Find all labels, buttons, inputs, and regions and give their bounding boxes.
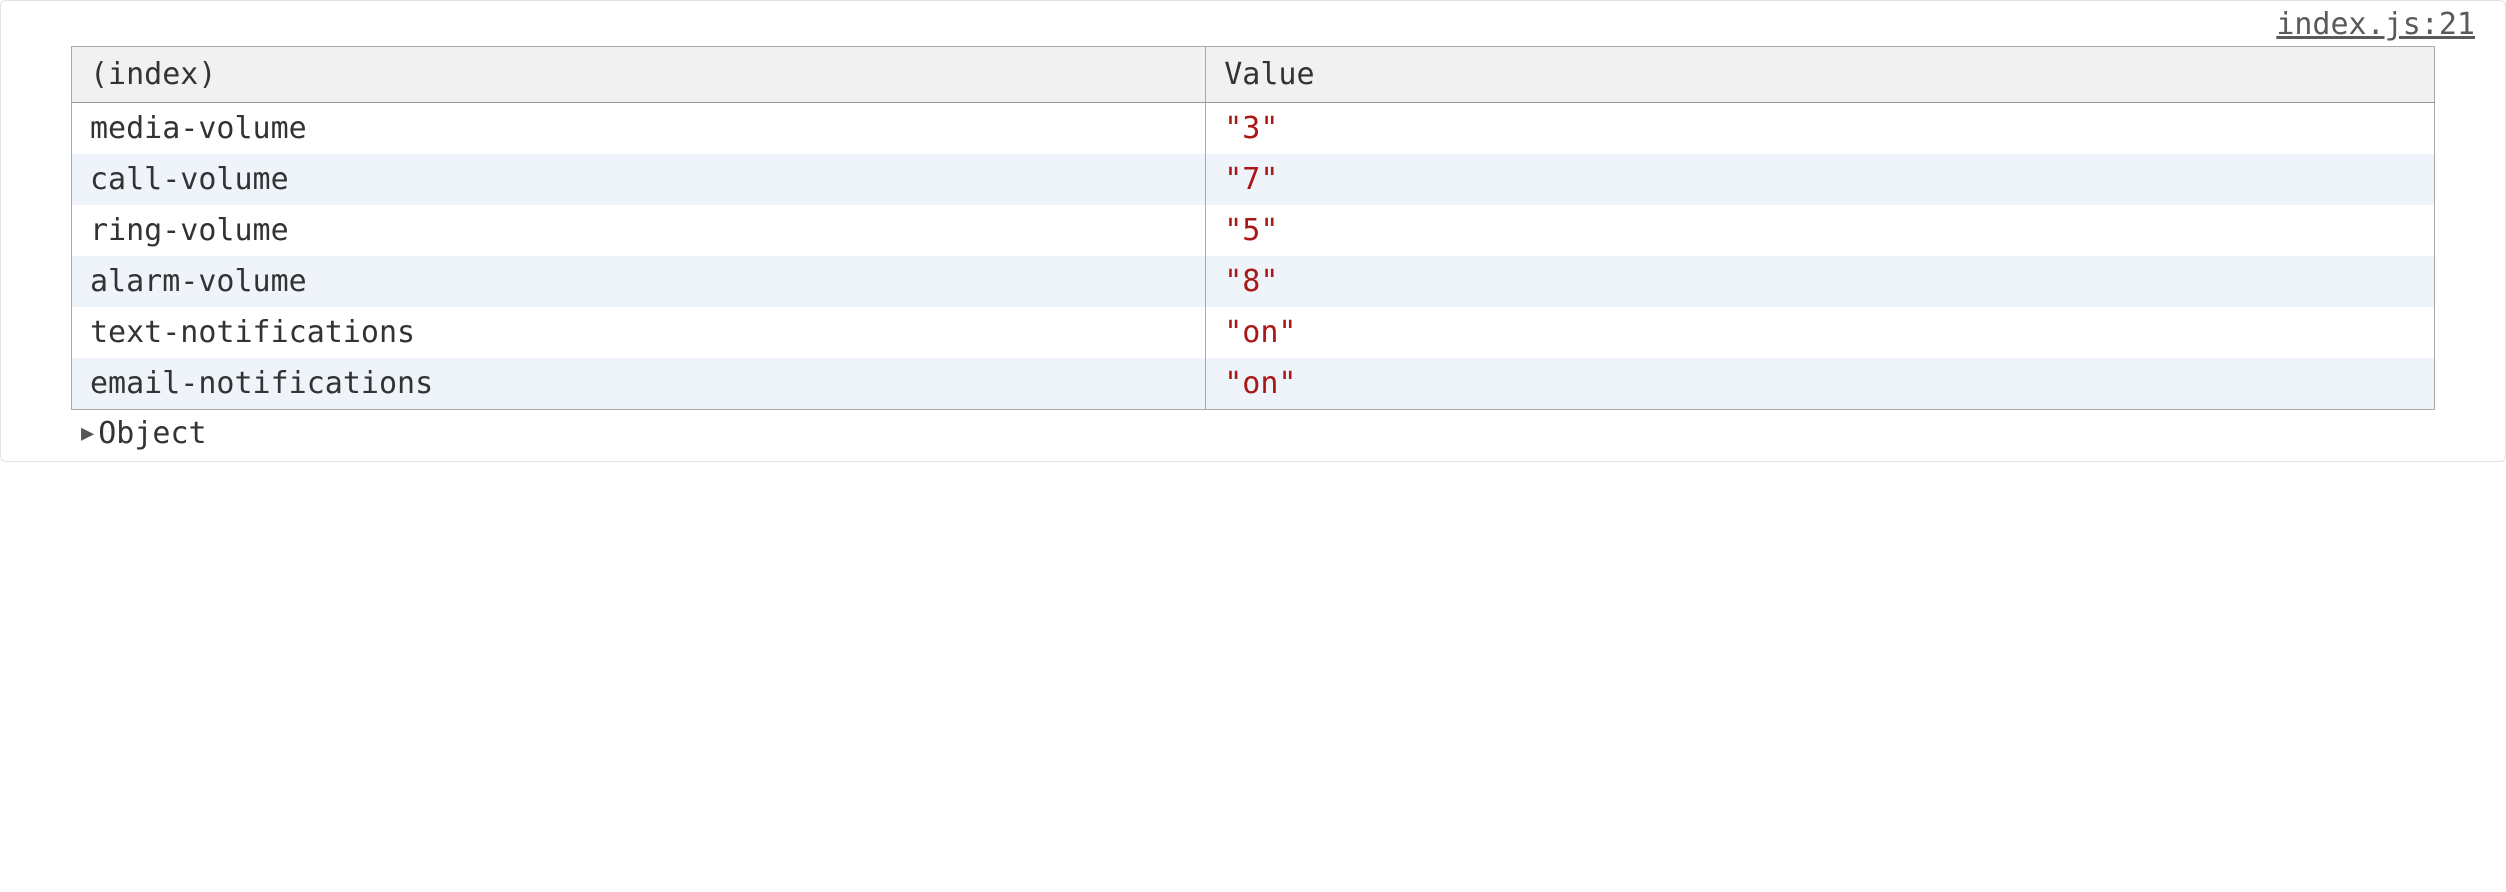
column-header-value[interactable]: Value	[1206, 47, 2435, 103]
table-row: alarm-volume "8"	[72, 256, 2435, 307]
table-row: ring-volume "5"	[72, 205, 2435, 256]
cell-value: "5"	[1206, 205, 2435, 256]
cell-index: call-volume	[72, 154, 1206, 205]
cell-index: ring-volume	[72, 205, 1206, 256]
cell-index: media-volume	[72, 103, 1206, 155]
cell-index: alarm-volume	[72, 256, 1206, 307]
table-row: call-volume "7"	[72, 154, 2435, 205]
disclosure-triangle-icon[interactable]: ▶	[81, 421, 94, 446]
column-header-index[interactable]: (index)	[72, 47, 1206, 103]
table-row: text-notifications "on"	[72, 307, 2435, 358]
cell-value: "7"	[1206, 154, 2435, 205]
console-table-wrapper: (index) Value media-volume "3" call-volu…	[1, 42, 2505, 410]
object-label: Object	[98, 416, 206, 451]
cell-index: email-notifications	[72, 358, 1206, 410]
cell-value: "8"	[1206, 256, 2435, 307]
cell-value: "3"	[1206, 103, 2435, 155]
object-disclosure-row[interactable]: ▶ Object	[1, 410, 2505, 461]
cell-value: "on"	[1206, 307, 2435, 358]
source-link-row: index.js:21	[1, 1, 2505, 42]
console-output-panel: index.js:21 (index) Value media-volume "…	[0, 0, 2506, 462]
table-header-row: (index) Value	[72, 47, 2435, 103]
source-file-link[interactable]: index.js:21	[2276, 7, 2475, 42]
table-row: email-notifications "on"	[72, 358, 2435, 410]
cell-index: text-notifications	[72, 307, 1206, 358]
cell-value: "on"	[1206, 358, 2435, 410]
table-row: media-volume "3"	[72, 103, 2435, 155]
console-table: (index) Value media-volume "3" call-volu…	[71, 46, 2435, 410]
